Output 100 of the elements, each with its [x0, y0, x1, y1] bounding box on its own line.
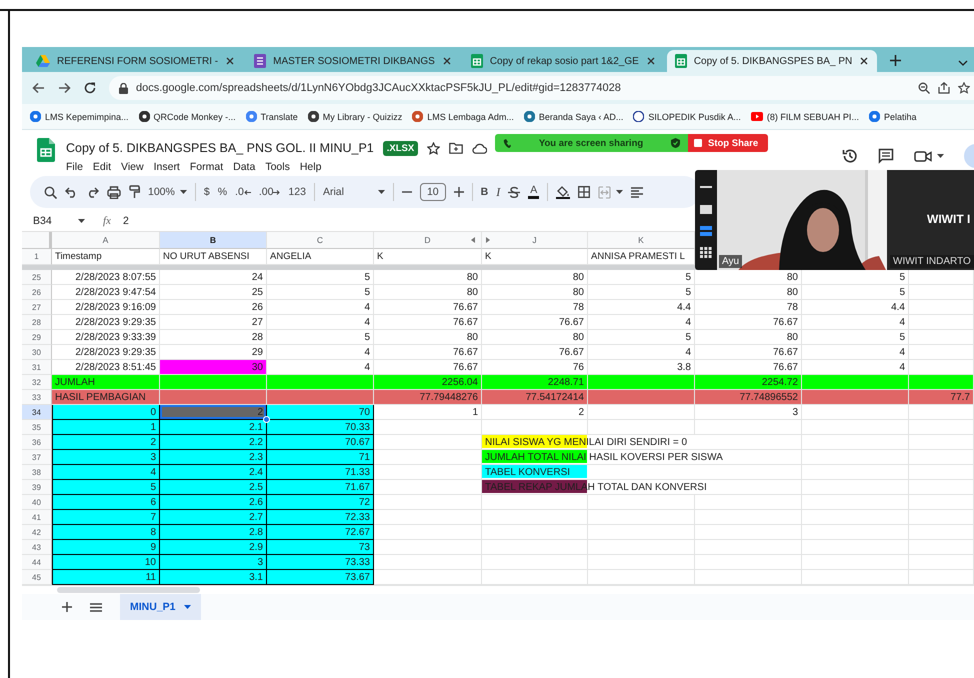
currency-button[interactable]: $	[204, 186, 210, 198]
table-cell[interactable]: 2.6	[160, 495, 267, 510]
close-icon[interactable]	[859, 56, 870, 66]
row-number[interactable]: 1	[22, 249, 52, 265]
table-cell[interactable]: 11	[52, 570, 160, 585]
table-cell[interactable]	[695, 525, 802, 540]
table-cell[interactable]: 6	[52, 495, 160, 510]
table-cell[interactable]	[695, 495, 802, 510]
table-cell[interactable]	[909, 420, 974, 435]
row-number[interactable]: 28	[22, 315, 52, 330]
document-title[interactable]: Copy of 5. DIKBANGSPES BA_ PNS GOL. II MINU_P1	[66, 141, 374, 155]
table-cell[interactable]	[374, 540, 482, 555]
text-color-button[interactable]: A	[528, 185, 540, 199]
font-select[interactable]: Arial	[322, 186, 385, 198]
table-cell[interactable]	[374, 480, 482, 495]
table-cell[interactable]	[374, 525, 482, 540]
table-cell[interactable]: 2/28/2023 9:33:39	[52, 330, 160, 345]
row-number[interactable]: 38	[22, 465, 52, 480]
table-cell[interactable]: 80	[482, 285, 588, 300]
menu-item[interactable]: View	[121, 161, 144, 173]
stacked-bars-icon[interactable]	[698, 225, 714, 237]
table-cell[interactable]: 1	[52, 420, 160, 435]
table-cell[interactable]: 4	[52, 465, 160, 480]
row-number[interactable]: 37	[22, 450, 52, 465]
table-cell[interactable]	[588, 510, 695, 525]
caret-icon[interactable]	[937, 154, 944, 158]
table-cell[interactable]	[909, 540, 974, 555]
row-number[interactable]: 42	[22, 525, 52, 540]
table-cell[interactable]: 5	[52, 480, 160, 495]
table-cell[interactable]: 0	[52, 405, 160, 420]
table-cell[interactable]: 2.1	[160, 420, 267, 435]
table-cell[interactable]: 4.4	[588, 300, 695, 315]
table-cell[interactable]: 5	[588, 285, 695, 300]
table-cell[interactable]	[909, 435, 974, 450]
font-size-field[interactable]: 10	[420, 183, 446, 201]
table-cell[interactable]	[482, 555, 588, 570]
table-cell[interactable]: 76.67	[374, 345, 482, 360]
column-header[interactable]: J	[482, 232, 588, 249]
table-cell[interactable]	[909, 510, 974, 525]
close-icon[interactable]	[225, 56, 236, 66]
undo-icon[interactable]	[65, 186, 78, 198]
row-number[interactable]: 25	[22, 270, 52, 285]
menu-item[interactable]: Insert	[154, 161, 180, 173]
browser-tab[interactable]: Copy of rekap sosio part 1&2_GE	[462, 50, 664, 72]
table-cell[interactable]	[374, 510, 482, 525]
table-cell[interactable]: 78	[695, 300, 802, 315]
row-number[interactable]: 33	[22, 390, 52, 405]
table-cell[interactable]: 2.9	[160, 540, 267, 555]
grid-icon[interactable]	[698, 247, 714, 259]
table-cell[interactable]: 80	[482, 270, 588, 285]
table-cell[interactable]	[374, 420, 482, 435]
column-header[interactable]: C	[267, 232, 374, 249]
table-cell[interactable]	[482, 495, 588, 510]
row-number[interactable]: 36	[22, 435, 52, 450]
table-cell[interactable]: 2/28/2023 9:16:09	[52, 300, 160, 315]
table-cell[interactable]: 2	[52, 435, 160, 450]
table-cell[interactable]	[374, 495, 482, 510]
browser-tab[interactable]: REFERENSI FORM SOSIOMETRI -	[28, 50, 244, 72]
column-header[interactable]: D	[374, 232, 482, 249]
history-icon[interactable]	[842, 148, 858, 164]
bookmark-link[interactable]: SILOPEDIK Pusdik A...	[633, 111, 741, 122]
browser-tab[interactable]: Copy of 5. DIKBANGSPES BA_ PN	[666, 50, 878, 72]
table-cell[interactable]	[802, 480, 909, 495]
window-icon[interactable]	[698, 203, 714, 215]
table-cell[interactable]	[909, 465, 974, 480]
table-cell[interactable]: 2.7	[160, 510, 267, 525]
table-cell[interactable]: 76.67	[374, 315, 482, 330]
table-cell[interactable]: 4	[802, 315, 909, 330]
table-cell[interactable]	[909, 570, 974, 585]
table-cell[interactable]: 25	[160, 285, 267, 300]
browser-tab[interactable]: MASTER SOSIOMETRI DIKBANGS	[246, 50, 460, 72]
stop-share-button[interactable]: Stop Share	[688, 134, 768, 152]
table-cell[interactable]: 4.4	[802, 300, 909, 315]
table-cell[interactable]	[588, 390, 695, 405]
table-cell[interactable]: 5	[588, 330, 695, 345]
fill-handle[interactable]	[263, 416, 270, 423]
table-cell[interactable]	[909, 285, 974, 300]
table-cell[interactable]: 2/28/2023 9:29:35	[52, 315, 160, 330]
close-icon[interactable]	[442, 56, 452, 66]
row-number[interactable]: 35	[22, 420, 52, 435]
table-cell[interactable]	[802, 450, 909, 465]
table-cell[interactable]: 80	[374, 270, 482, 285]
table-cell[interactable]: 27	[160, 315, 267, 330]
percent-button[interactable]: %	[218, 186, 228, 198]
table-cell[interactable]	[695, 510, 802, 525]
bookmark-link[interactable]: Pelatiha	[868, 111, 916, 122]
table-cell[interactable]: 3	[695, 405, 802, 420]
table-cell[interactable]: 76.67	[482, 315, 588, 330]
table-cell[interactable]	[695, 555, 802, 570]
expand-arrow-icon[interactable]	[486, 237, 490, 243]
table-cell[interactable]: 73	[267, 540, 374, 555]
redo-icon[interactable]	[86, 186, 99, 198]
table-cell[interactable]	[588, 570, 695, 585]
row-number[interactable]: 40	[22, 495, 52, 510]
address-bar[interactable]: docs.google.com/spreadsheets/d/1LynN6YObdg3JCAucXXktacPSF5kJU_PL/edit#gid=1283774028	[109, 76, 974, 100]
table-cell[interactable]: 2.8	[160, 525, 267, 540]
zoom-icon[interactable]	[918, 82, 930, 94]
strikethrough-icon[interactable]	[508, 186, 520, 198]
table-cell[interactable]: 76.67	[695, 345, 802, 360]
table-cell[interactable]: 8	[52, 525, 160, 540]
